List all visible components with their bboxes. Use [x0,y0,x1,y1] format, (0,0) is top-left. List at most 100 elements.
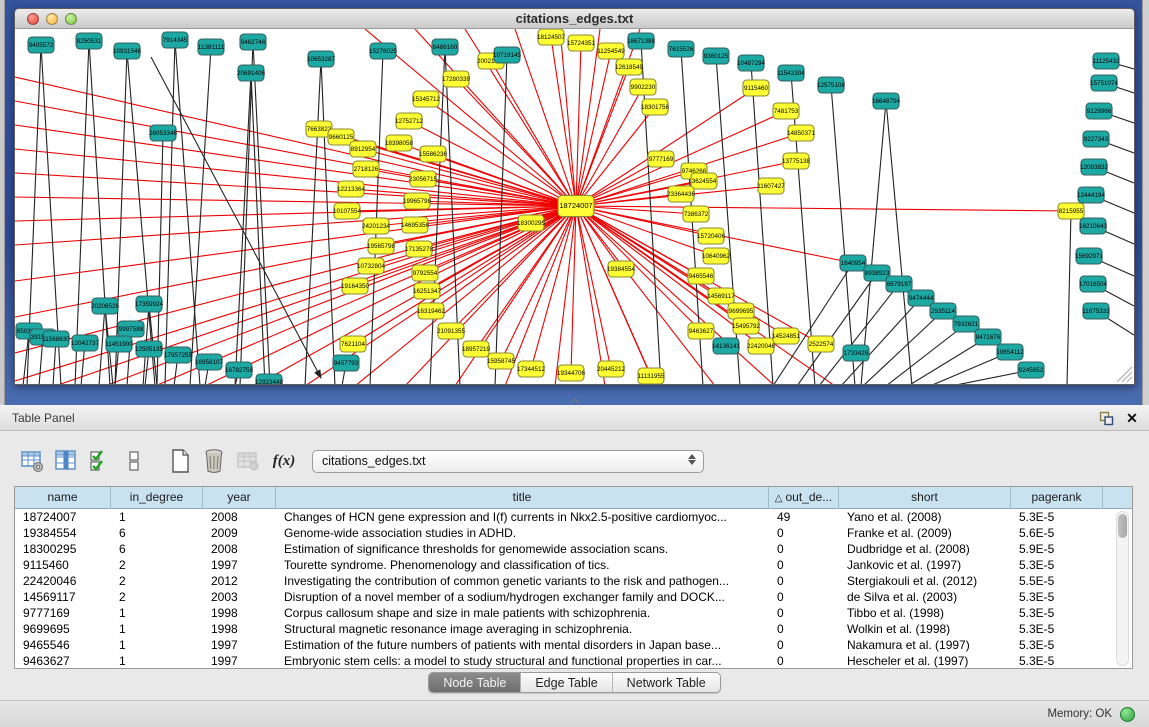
table-mode-icon[interactable] [16,446,48,476]
window-resize-grip[interactable] [1113,365,1133,383]
graph-node[interactable]: 11607427 [757,178,785,194]
graph-node[interactable]: 12923448 [255,374,284,384]
graph-node[interactable]: 24201234 [362,218,391,234]
show-column-icon[interactable] [50,446,82,476]
citation-network-graph[interactable]: 1830029519384554977716997462663624554233… [15,29,1134,384]
graph-node[interactable]: 9129966 [1086,103,1112,119]
graph-node[interactable]: 1640954 [840,255,866,271]
graph-node[interactable]: 16648794 [872,93,901,109]
graph-node[interactable]: 12213364 [337,181,366,197]
graph-node[interactable]: 10719145 [493,47,522,63]
graph-node[interactable]: 18300295 [517,215,546,231]
graph-node[interactable]: 19565798 [367,238,396,254]
graph-node[interactable]: 17135278 [405,241,434,257]
graph-node[interactable]: 7386372 [683,206,709,222]
graph-node[interactable]: 16782759 [225,362,254,378]
graph-node[interactable]: 12444194 [1077,187,1106,203]
graph-node[interactable]: 8471676 [975,329,1001,345]
function-builder-icon[interactable]: f(x) [266,446,302,476]
graph-node[interactable]: 8912954 [350,141,376,157]
graph-node[interactable]: 10487294 [737,55,766,71]
graph-node[interactable]: 11125432 [1092,53,1120,69]
table-row[interactable]: 1872400712008Changes of HCN gene express… [15,509,1132,525]
delete-column-icon[interactable] [198,446,230,476]
graph-node[interactable]: 9660125 [328,129,354,145]
graph-node[interactable]: 9465546 [688,268,714,284]
graph-node[interactable]: 9115460 [743,80,769,96]
table-select-dropdown[interactable]: citations_edges.txt [312,450,704,473]
graph-node[interactable]: 18398058 [385,135,414,151]
tab-network-table[interactable]: Network Table [613,673,720,692]
graph-node[interactable]: 22420046 [747,338,776,354]
close-window-icon[interactable] [27,13,39,25]
table-row[interactable]: 2242004622012Investigating the contribut… [15,573,1132,589]
graph-node[interactable]: 12042737 [71,335,100,351]
graph-node[interactable]: 9777169 [648,151,674,167]
graph-node[interactable]: 15751074 [1090,75,1119,91]
graph-node[interactable]: 20691406 [237,65,266,81]
graph-node[interactable]: 11254549 [597,43,625,59]
graph-node[interactable]: 7615526 [668,41,694,57]
graph-node[interactable]: 19344706 [557,365,586,381]
column-header-pagerank[interactable]: pagerank [1011,487,1103,509]
tab-edge-table[interactable]: Edge Table [521,673,612,692]
graph-node[interactable]: 15724351 [567,35,596,51]
graph-node[interactable]: 14850371 [787,125,816,141]
graph-node[interactable]: 11568630 [42,331,70,347]
graph-node[interactable]: 16958107 [195,354,224,370]
graph-node[interactable]: 11675333 [1082,303,1110,319]
graph-node[interactable]: 9462746 [240,34,266,50]
graph-node[interactable]: 2935114 [930,303,956,319]
table-row[interactable]: 977716911998Corpus callosum shape and si… [15,605,1132,621]
table-vertical-scrollbar[interactable] [1116,511,1129,666]
graph-node[interactable]: 11131955 [637,368,665,384]
graph-node[interactable]: 20445212 [597,361,626,377]
graph-node[interactable]: 3624554 [691,173,717,189]
graph-node[interactable]: 15495792 [732,318,761,334]
graph-node[interactable]: 18301756 [641,99,670,115]
graph-node[interactable]: 17016504 [1079,276,1108,292]
graph-node[interactable]: 9902230 [630,79,656,95]
network-canvas[interactable]: 1830029519384554977716997462663624554233… [15,29,1134,384]
graph-node[interactable]: 9457793 [333,355,359,371]
graph-node[interactable]: 9699695 [728,303,754,319]
column-header-in_degree[interactable]: in_degree [111,487,203,509]
network-window-titlebar[interactable]: citations_edges.txt [15,9,1134,29]
graph-node[interactable]: 10107554 [333,203,362,219]
graph-node[interactable]: 14136141 [712,338,741,354]
graph-node[interactable]: 26053346 [149,125,178,141]
graph-node[interactable]: 6679197 [886,276,912,292]
graph-node[interactable]: 9245652 [1018,362,1044,378]
graph-node[interactable]: 23056715 [409,171,438,187]
graph-node[interactable]: 19384554 [607,261,636,277]
graph-node[interactable]: 2522574 [808,336,834,352]
graph-node[interactable]: 2718126 [353,161,379,177]
table-row[interactable]: 911546021997Tourette syndrome. Phenomeno… [15,557,1132,573]
graph-node[interactable]: 10931546 [113,43,142,59]
table-row[interactable]: 1938455462009Genome-wide association stu… [15,525,1132,541]
graph-node[interactable]: 8215955 [1058,203,1084,219]
graph-node[interactable]: 10732804 [357,258,386,274]
graph-node[interactable]: 7621104 [340,336,366,352]
graph-node[interactable]: 1733426 [843,345,869,361]
graph-node[interactable]: 15586236 [419,146,448,162]
table-row[interactable]: 946362711997Embryonic stem cells: a mode… [15,653,1132,669]
graph-node[interactable]: 14695356 [401,217,430,233]
graph-node[interactable]: 9997588 [118,321,144,337]
table-row[interactable]: 969969511998Structural magnetic resonanc… [15,621,1132,637]
graph-node[interactable]: 7914345 [162,32,188,48]
graph-node[interactable]: 12575108 [817,77,846,93]
graph-node[interactable]: 19164350 [341,278,370,294]
graph-node[interactable]: 20206526 [91,298,120,314]
graph-node[interactable]: 7481753 [773,103,799,119]
graph-node[interactable]: 11451900 [105,336,133,352]
graph-node[interactable]: 8250531 [76,33,102,49]
graph-node[interactable]: 15720406 [697,228,726,244]
table-row[interactable]: 1830029562008Estimation of significance … [15,541,1132,557]
graph-node[interactable]: 18957219 [462,341,491,357]
graph-node[interactable]: 14524851 [772,328,801,344]
graph-node[interactable]: 15958745 [487,353,516,369]
zoom-window-icon[interactable] [65,13,77,25]
graph-node[interactable]: 17957255 [164,347,193,363]
table-row[interactable]: 1456911722003Disruption of a novel membe… [15,589,1132,605]
